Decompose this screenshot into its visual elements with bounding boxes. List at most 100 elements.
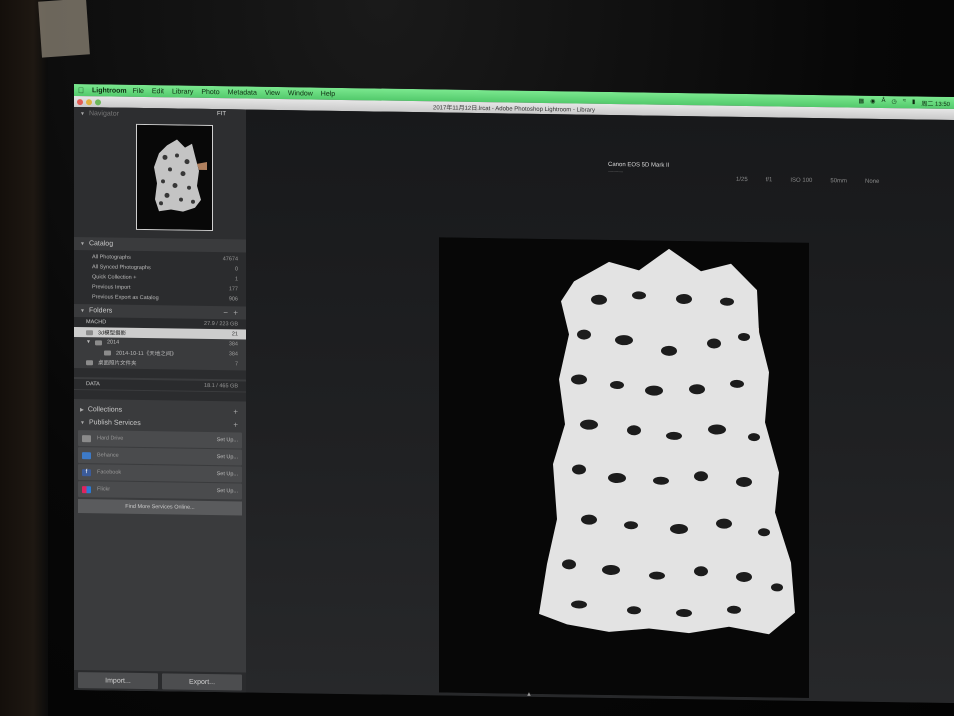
behance-icon — [82, 451, 91, 459]
folders-header[interactable]: ▼ Folders − + — [74, 304, 246, 320]
import-button[interactable]: Import... — [78, 672, 158, 690]
add-collection-icon[interactable]: + — [233, 407, 238, 416]
volume-name: MACHD — [86, 319, 107, 326]
setup-button[interactable]: Set Up... — [217, 488, 238, 494]
menu-edit[interactable]: Edit — [152, 88, 164, 95]
catalog-row-label: All Synced Photographs — [92, 264, 151, 272]
find-more-services-button[interactable]: Find More Services Online... — [78, 499, 242, 516]
exif-row: 1/25 f/1 ISO 100 50mm None — [736, 177, 879, 185]
setup-button[interactable]: Set Up... — [217, 454, 238, 460]
catalog-row-count: 1 — [234, 276, 238, 283]
exif-flag: None — [865, 178, 880, 185]
service-facebook[interactable]: f Facebook Set Up... — [78, 464, 242, 483]
bluetooth-icon[interactable]: Å — [881, 97, 885, 106]
setup-button[interactable]: Set Up... — [217, 471, 238, 477]
flickr-icon — [82, 485, 91, 493]
hard-drive-icon — [82, 434, 91, 442]
catalog-row-count: 177 — [228, 286, 238, 293]
add-service-icon[interactable]: + — [233, 420, 238, 429]
menu-metadata[interactable]: Metadata — [228, 89, 257, 96]
exif-focal: 50mm — [830, 178, 848, 185]
loupe-view: Canon EOS 5D Mark II ——— 1/25 f/1 ISO 10… — [246, 109, 954, 704]
volume-name: DATA — [86, 381, 100, 388]
collapse-triangle-icon[interactable]: ▼ — [80, 111, 85, 117]
export-button[interactable]: Export... — [162, 673, 242, 691]
wechat-icon[interactable]: ◉ — [870, 97, 875, 106]
navigator-label: Navigator — [88, 110, 119, 118]
menu-file[interactable]: File — [133, 87, 144, 94]
service-hard-drive[interactable]: Hard Drive Set Up... — [78, 430, 242, 449]
publish-label: Publish Services — [88, 419, 141, 427]
folder-icon — [86, 359, 93, 365]
zoom-fit-button[interactable]: FIT — [217, 111, 226, 117]
catalog-row-label: All Photographs — [92, 254, 131, 261]
apple-icon[interactable]:  — [74, 86, 88, 95]
volume-size: 27.9 / 223 GB — [204, 320, 238, 328]
collapse-triangle-icon[interactable]: ▼ — [80, 420, 85, 426]
menu-window[interactable]: Window — [288, 90, 313, 97]
folder-icon — [104, 349, 111, 356]
info-subline: ——— — [608, 168, 623, 176]
catalog-row-label: Previous Import — [92, 284, 131, 291]
collapse-triangle-icon[interactable]: ▼ — [80, 308, 85, 314]
service-behance[interactable]: Behance Set Up... — [78, 447, 242, 466]
setup-button[interactable]: Set Up... — [217, 437, 238, 443]
volume-bar[interactable] — [74, 368, 246, 380]
folder-label: 2014-10-11《天地之间》 — [116, 350, 177, 358]
clock-icon[interactable]: ◷ — [891, 98, 896, 107]
camera-model: Canon EOS 5D Mark II — [608, 161, 670, 169]
folder-icon — [94, 339, 102, 345]
catalog-row-label: Quick Collection + — [92, 274, 137, 281]
menu-app-name[interactable]: Lightroom — [92, 87, 127, 95]
catalog-list: All Photographs 47674 All Synced Photogr… — [74, 250, 246, 307]
main-photo[interactable] — [439, 237, 809, 698]
remove-folder-icon[interactable]: − — [223, 308, 228, 317]
collapse-triangle-icon[interactable]: ▼ — [80, 241, 85, 247]
menu-library[interactable]: Library — [172, 88, 193, 95]
lightroom-screen:  Lightroom File Edit Library Photo Meta… — [74, 84, 954, 704]
navigator-thumbnail[interactable] — [136, 123, 213, 232]
folder-label: 3d模型摄影 — [98, 330, 127, 337]
catalog-row-count: 0 — [234, 266, 238, 273]
catalog-row-label: Previous Export as Catalog — [92, 294, 159, 302]
collections-label: Collections — [87, 406, 123, 414]
folder-icon — [86, 329, 93, 335]
service-name: Behance — [97, 452, 119, 459]
status-area: ▩ ◉ Å ◷ ≈ ▮ 周二 13:50 — [859, 97, 954, 107]
bottom-buttons: Import... Export... — [74, 670, 246, 693]
battery-icon[interactable]: ▮ — [912, 98, 915, 107]
wifi-icon[interactable]: ≈ — [903, 98, 906, 107]
volume-size: 18.1 / 465 GB — [204, 382, 238, 390]
exif-shutter: 1/25 — [736, 176, 748, 183]
navigator-panel: ▼ Navigator FIT — [74, 107, 246, 240]
folder-count: 7 — [234, 361, 238, 368]
add-folder-icon[interactable]: + — [233, 308, 238, 317]
catalog-row-previous-export[interactable]: Previous Export as Catalog 906 — [74, 292, 246, 305]
catalog-row-count: 47674 — [222, 256, 238, 263]
expand-triangle-icon[interactable]: ▶ — [80, 407, 84, 413]
volume-bar[interactable] — [74, 390, 246, 402]
publish-header[interactable]: ▼ Publish Services + — [74, 416, 246, 432]
service-flickr[interactable]: Flickr Set Up... — [78, 481, 242, 500]
menu-help[interactable]: Help — [321, 90, 335, 97]
service-name: Hard Drive — [97, 435, 124, 442]
status-icon[interactable]: ▩ — [859, 97, 865, 106]
facebook-icon: f — [82, 468, 91, 476]
menu-view[interactable]: View — [265, 89, 280, 96]
service-name: Flickr — [97, 486, 111, 493]
clock-text[interactable]: 周二 13:50 — [921, 98, 950, 107]
exif-aperture: f/1 — [765, 177, 773, 184]
service-name: Facebook — [97, 469, 122, 476]
menu-photo[interactable]: Photo — [201, 88, 219, 95]
info-overlay: Canon EOS 5D Mark II ——— — [608, 162, 669, 176]
catalog-header[interactable]: ▼ Catalog — [74, 237, 246, 253]
exif-iso: ISO 100 — [790, 177, 813, 184]
folder-label: 2014 — [106, 339, 120, 346]
catalog-label: Catalog — [88, 240, 114, 248]
expand-triangle-icon[interactable]: ▼ — [86, 339, 91, 345]
foreground-object — [0, 0, 48, 716]
catalog-row-count: 906 — [228, 296, 238, 303]
folder-count: 21 — [231, 331, 238, 338]
left-panel: ▼ Navigator FIT ▼ Catalog All Photograph… — [74, 107, 246, 693]
folder-count: 384 — [228, 341, 238, 348]
